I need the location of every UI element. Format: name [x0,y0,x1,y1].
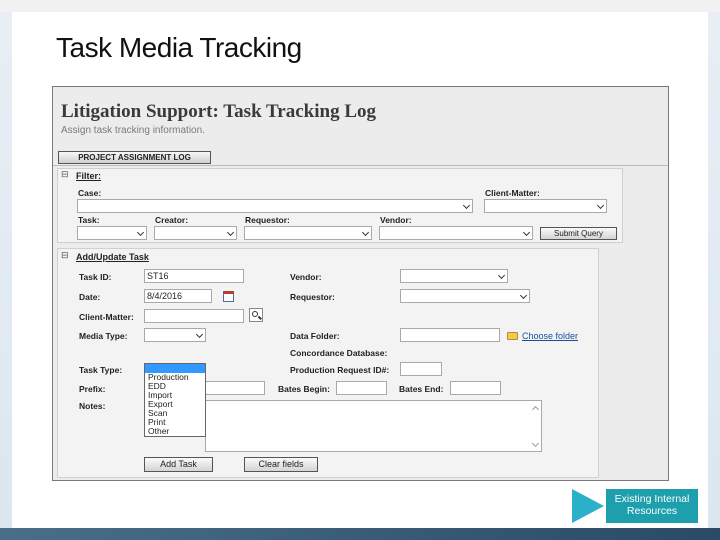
task-id-input[interactable]: ST16 [144,269,244,283]
notes-scroll-down-icon[interactable] [531,439,540,448]
data-folder-input[interactable] [400,328,500,342]
submit-query-button[interactable]: Submit Query [540,227,617,240]
prefix-label: Prefix: [79,384,106,394]
requestor-label: Requestor: [290,292,335,302]
filter-creator-select[interactable] [154,226,237,240]
app-title: Litigation Support: Task Tracking Log [61,101,377,122]
case-label: Case: [78,188,102,198]
data-folder-label: Data Folder: [290,331,340,341]
concordance-database-label: Concordance Database: [290,348,388,358]
task-id-label: Task ID: [79,272,112,282]
vendor-label: Vendor: [290,272,322,282]
case-select[interactable] [77,199,473,213]
task-client-matter-label: Client-Matter: [79,312,134,322]
requestor-select[interactable] [400,289,530,303]
filter-vendor-select[interactable] [379,226,533,240]
filter-vendor-label: Vendor: [380,215,412,225]
filter-client-matter-select[interactable] [484,199,607,213]
prefix-input[interactable] [205,381,265,395]
notes-textarea[interactable] [205,400,542,452]
bates-begin-label: Bates Begin: [278,384,330,394]
app-subtitle: Assign task tracking information. [61,125,205,136]
notes-label: Notes: [79,401,106,411]
filter-requestor-select[interactable] [244,226,372,240]
bates-end-input[interactable] [450,381,501,395]
slide-left-edge [0,12,12,528]
filter-creator-label: Creator: [155,215,189,225]
magnifier-icon[interactable] [249,308,263,322]
project-assignment-log-button[interactable]: PROJECT ASSIGNMENT LOG [58,151,211,164]
production-request-label: Production Request ID#: [290,365,390,375]
task-type-option[interactable]: Other [145,427,205,436]
folder-icon[interactable] [507,332,518,340]
slide-title: Task Media Tracking [56,32,302,63]
bates-begin-input[interactable] [336,381,387,395]
choose-folder-link[interactable]: Choose folder [522,331,578,341]
task-type-dropdown[interactable]: Production EDD Import Export Scan Print … [144,363,206,437]
notes-scroll-up-icon[interactable] [531,405,540,414]
arrow-right-icon[interactable] [572,489,604,523]
calendar-icon[interactable] [223,291,234,302]
clear-fields-button[interactable]: Clear fields [244,457,318,472]
task-collapse-icon[interactable]: ⊟ [61,250,69,261]
production-request-input[interactable] [400,362,442,376]
filter-collapse-icon[interactable]: ⊟ [61,169,69,180]
date-label: Date: [79,292,101,302]
existing-resources-button[interactable]: Existing Internal Resources [606,489,698,523]
add-task-button[interactable]: Add Task [144,457,213,472]
filter-heading[interactable]: Filter: [76,171,101,181]
task-type-label: Task Type: [79,365,123,375]
vendor-select[interactable] [400,269,508,283]
task-heading[interactable]: Add/Update Task [76,252,149,262]
app-screenshot: Litigation Support: Task Tracking Log As… [52,86,669,481]
filter-client-matter-label: Client-Matter: [485,188,540,198]
media-type-label: Media Type: [79,331,128,341]
media-type-select[interactable] [144,328,206,342]
filter-task-label: Task: [78,215,100,225]
header-divider [53,165,668,166]
slide-right-edge [708,12,720,528]
task-client-matter-input[interactable] [144,309,244,323]
date-input[interactable]: 8/4/2016 [144,289,212,303]
filter-requestor-label: Requestor: [245,215,290,225]
bottom-strip [0,528,720,540]
bates-end-label: Bates End: [399,384,444,394]
filter-task-select[interactable] [77,226,147,240]
